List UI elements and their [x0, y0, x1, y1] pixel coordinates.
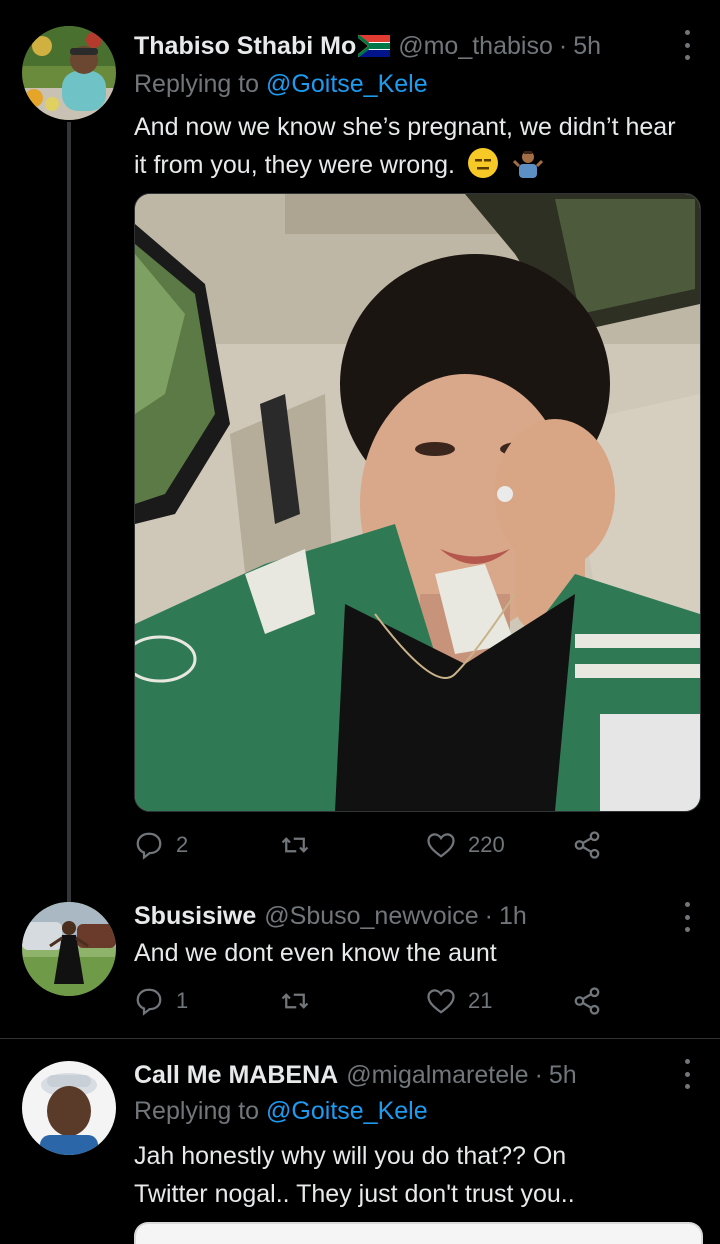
- timestamp[interactable]: 5h: [549, 1061, 577, 1090]
- share-icon: [574, 831, 600, 859]
- display-name[interactable]: Thabiso Sthabi Mo: [134, 32, 356, 61]
- separator: ·: [558, 31, 568, 60]
- tweet-sbusisiwe[interactable]: Sbusisiwe @Sbuso_newvoice · 1h And we do…: [0, 890, 720, 1038]
- avatar-thabiso[interactable]: [22, 26, 116, 120]
- more-options-icon[interactable]: [682, 902, 692, 932]
- quoted-card-edge: [134, 1222, 703, 1244]
- more-options-icon[interactable]: [682, 30, 692, 60]
- retweet-icon: [281, 993, 309, 1009]
- retweet-button[interactable]: [280, 986, 310, 1016]
- display-name[interactable]: Sbusisiwe: [134, 902, 256, 931]
- retweet-button[interactable]: [280, 830, 310, 860]
- separator: ·: [484, 901, 493, 930]
- like-button[interactable]: 21: [426, 986, 492, 1016]
- tweet-header: Thabiso Sthabi Mo @mo_thabiso · 5h: [134, 28, 670, 64]
- like-count: 21: [468, 988, 493, 1013]
- person-shrugging-icon: [512, 148, 543, 178]
- tweet-text: And now we know she’s pregnant, we didn’…: [134, 113, 676, 179]
- mention-link[interactable]: @Goitse_Kele: [266, 70, 428, 98]
- heart-icon: [427, 989, 455, 1014]
- share-button[interactable]: [572, 986, 602, 1016]
- heart-icon: [427, 833, 455, 858]
- reply-count: 1: [176, 988, 189, 1013]
- tweet-photo[interactable]: [134, 193, 701, 812]
- replying-to: Replying to @Goitse_Kele: [134, 70, 428, 98]
- avatar-mabena[interactable]: [22, 1061, 116, 1155]
- expressionless-face-icon: [467, 148, 498, 178]
- tweet-actions: 2 220: [134, 830, 614, 864]
- tweet-header: Sbusisiwe @Sbuso_newvoice · 1h: [134, 898, 670, 934]
- replying-to: Replying to @Goitse_Kele: [134, 1097, 428, 1125]
- reply-icon: [136, 988, 162, 1016]
- more-options-icon[interactable]: [682, 1059, 692, 1089]
- like-button[interactable]: 220: [426, 830, 505, 860]
- user-handle[interactable]: @mo_thabiso: [398, 32, 553, 61]
- tweet-text: Jah honestly why will you do that?? On T…: [134, 1142, 575, 1208]
- retweet-icon: [281, 837, 309, 853]
- reply-button[interactable]: 1: [134, 986, 188, 1016]
- timestamp[interactable]: 5h: [573, 32, 601, 61]
- tweet-header: Call Me MABENA @migalmaretele · 5h: [134, 1057, 670, 1093]
- thread-line: [67, 122, 71, 904]
- south-africa-flag-icon: [357, 34, 391, 58]
- user-handle[interactable]: @Sbuso_newvoice: [264, 902, 478, 931]
- like-count: 220: [468, 832, 505, 857]
- reply-icon: [136, 832, 162, 860]
- reply-button[interactable]: 2: [134, 830, 188, 860]
- mention-link[interactable]: @Goitse_Kele: [266, 1097, 428, 1125]
- tweet-text: And we dont even know the aunt: [134, 939, 497, 967]
- avatar-sbusisiwe[interactable]: [22, 902, 116, 996]
- display-name[interactable]: Call Me MABENA: [134, 1061, 338, 1090]
- timestamp[interactable]: 1h: [499, 902, 527, 931]
- user-handle[interactable]: @migalmaretele: [346, 1061, 528, 1090]
- reply-count: 2: [176, 832, 189, 857]
- separator: ·: [534, 1060, 543, 1089]
- tweet-mabena[interactable]: Call Me MABENA @migalmaretele · 5h Reply…: [0, 1039, 720, 1244]
- share-icon: [574, 987, 600, 1015]
- share-button[interactable]: [572, 830, 602, 860]
- tweet-thabiso[interactable]: Thabiso Sthabi Mo @mo_thabiso · 5h Reply…: [0, 0, 720, 904]
- tweet-actions: 1 21: [134, 986, 614, 1020]
